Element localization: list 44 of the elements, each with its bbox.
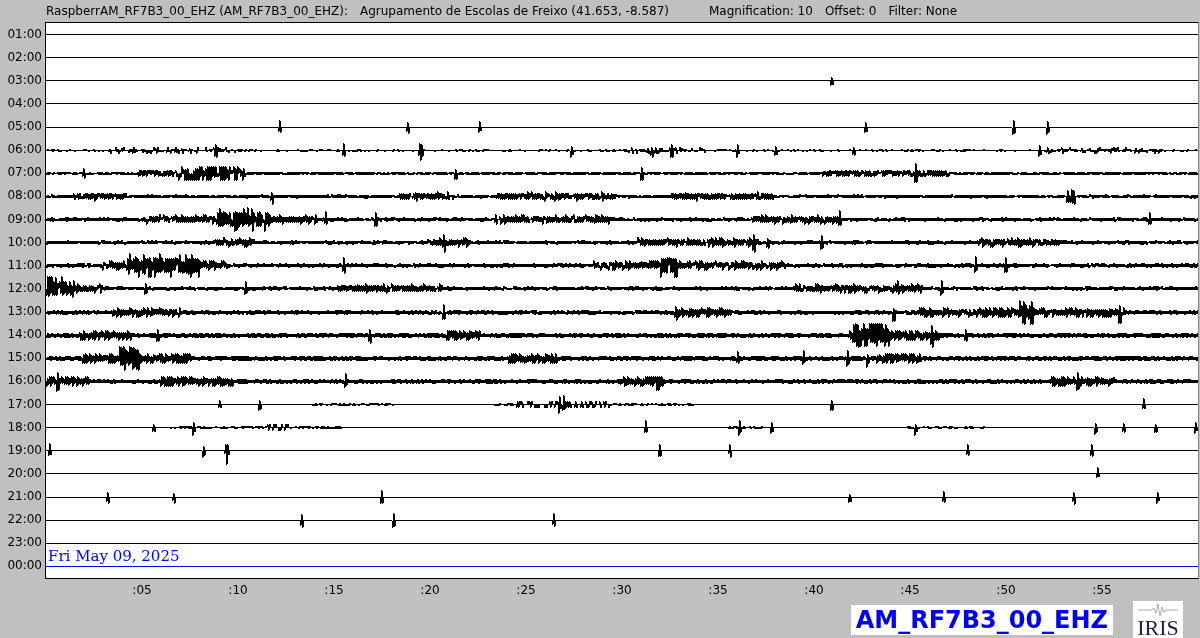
hour-label: 12:00	[7, 280, 42, 295]
hour-label: 16:00	[7, 373, 42, 388]
minute-label: :40	[803, 583, 825, 597]
station-title: RaspberrAM_RF7B3_00_EHZ (AM_RF7B3_00_EHZ):	[46, 4, 348, 18]
hour-label: 01:00	[7, 26, 42, 41]
hour-label: 07:00	[7, 165, 42, 180]
location-title: Agrupamento de Escolas de Freixo (41.653, -8.587)	[360, 4, 669, 18]
hour-label: 06:00	[7, 142, 42, 157]
logo-text: IRIS	[1137, 617, 1179, 638]
station-label: AM_RF7B3_00_EHZ	[850, 605, 1113, 635]
minute-label: :15	[323, 583, 345, 597]
minute-label: :25	[515, 583, 537, 597]
minute-label: :20	[419, 583, 441, 597]
waveform-icon	[1138, 603, 1178, 617]
hour-label: 03:00	[7, 72, 42, 87]
minute-label: :35	[707, 583, 729, 597]
hour-label: 15:00	[7, 350, 42, 365]
hour-label: 08:00	[7, 188, 42, 203]
hour-label: 18:00	[7, 419, 42, 434]
hour-label: 11:00	[7, 257, 42, 272]
minute-label: :45	[899, 583, 921, 597]
magnification-label: Magnification: 10	[709, 4, 813, 18]
minute-label: :30	[611, 583, 633, 597]
minute-label: :50	[995, 583, 1017, 597]
hour-label: 05:00	[7, 119, 42, 134]
hour-label: 17:00	[7, 396, 42, 411]
hour-label: 09:00	[7, 211, 42, 226]
hour-label: 10:00	[7, 234, 42, 249]
date-label: Fri May 09, 2025	[48, 547, 180, 565]
filter-label: Filter: None	[888, 4, 958, 18]
minute-label: :10	[227, 583, 249, 597]
hour-label: 00:00	[7, 558, 42, 573]
hour-label: 23:00	[7, 535, 42, 550]
minute-label: :55	[1091, 583, 1113, 597]
hour-label: 02:00	[7, 49, 42, 64]
hour-label: 14:00	[7, 327, 42, 342]
hour-label: 22:00	[7, 512, 42, 527]
hour-label: 21:00	[7, 489, 42, 504]
minute-label: :05	[131, 583, 153, 597]
offset-label: Offset: 0	[824, 4, 877, 18]
hour-label: 20:00	[7, 465, 42, 480]
hour-label: 04:00	[7, 95, 42, 110]
hour-label: 13:00	[7, 304, 42, 319]
hour-label: 19:00	[7, 442, 42, 457]
